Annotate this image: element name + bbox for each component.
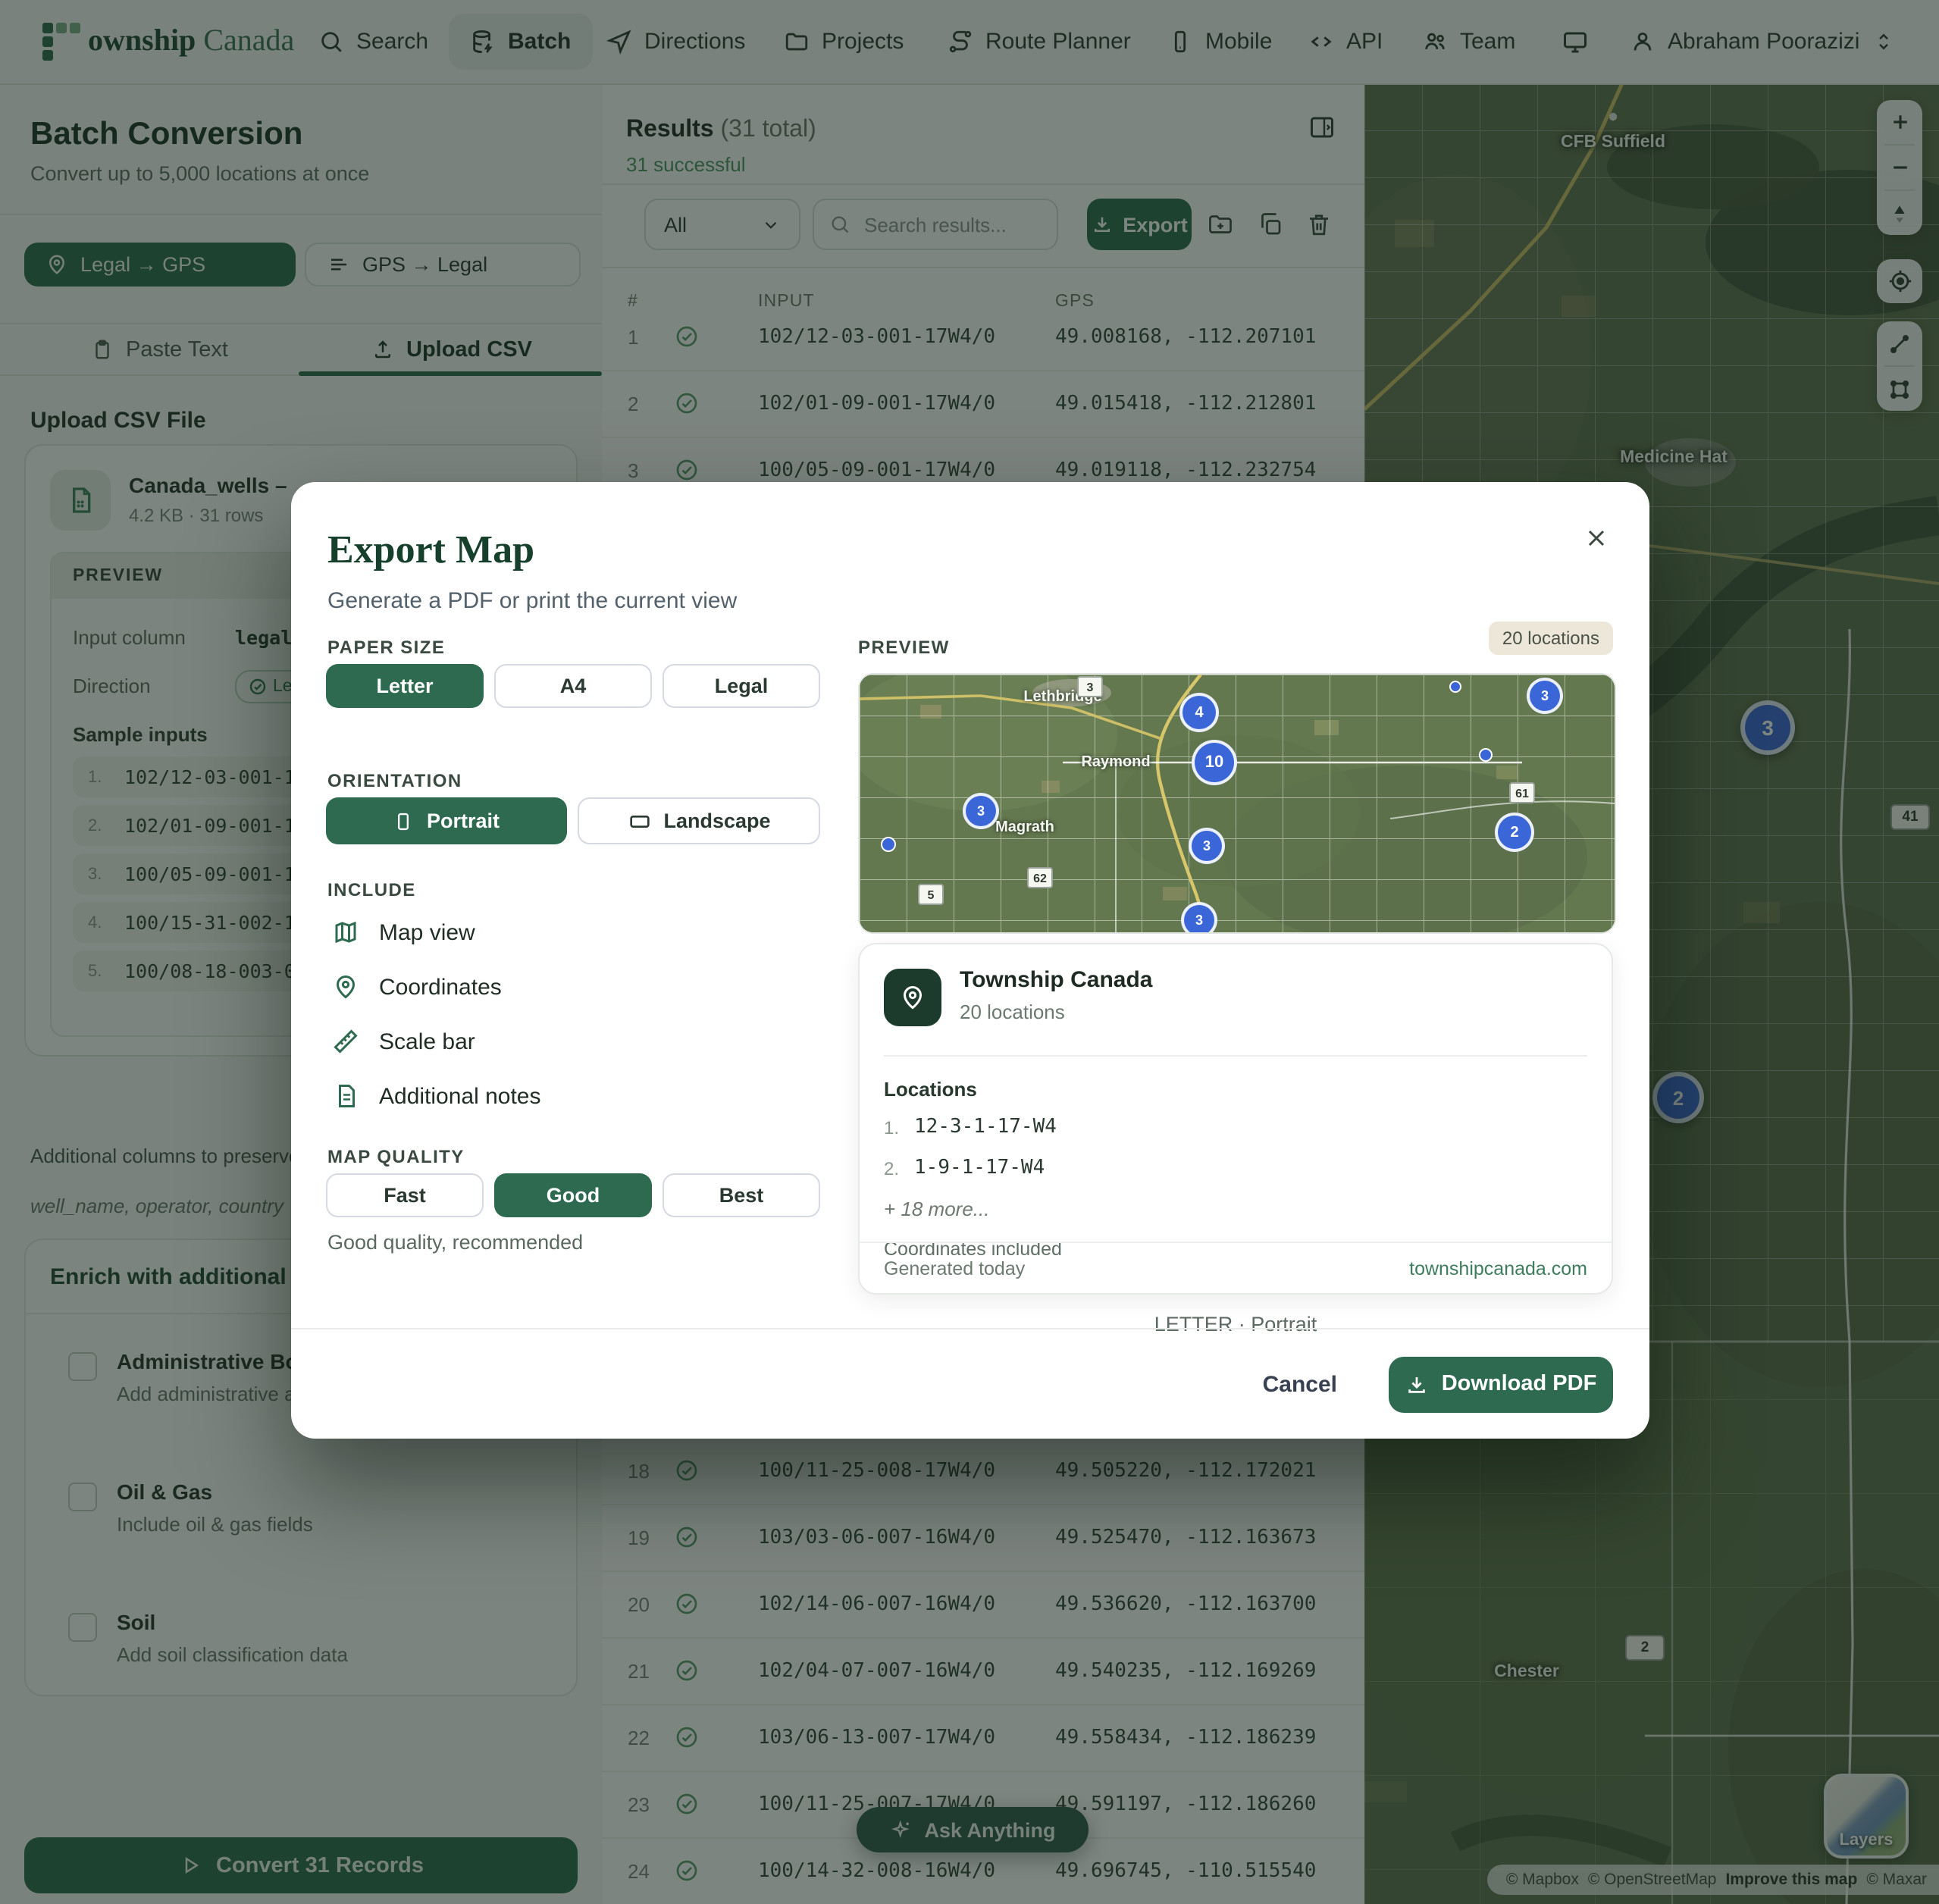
- minimap-cluster-marker: 3: [1189, 828, 1225, 864]
- minimap-cluster-marker: 10: [1192, 740, 1237, 785]
- modal-footer: Cancel Download PDF: [291, 1328, 1649, 1439]
- minimap-place-label: Magrath: [995, 819, 1054, 836]
- minimap-cluster-marker: 3: [1527, 678, 1563, 714]
- divider: [884, 1055, 1587, 1057]
- modal-title: Export Map: [327, 528, 534, 573]
- minimap-cluster-marker: 3: [963, 793, 999, 829]
- brand-name: Township Canada: [960, 967, 1152, 993]
- locations-heading: Locations: [884, 1078, 977, 1101]
- include-coordinates[interactable]: Coordinates: [332, 973, 502, 1001]
- app-window: ownship Canada Search Batch Directions P…: [0, 0, 1939, 1904]
- paper-a4-chip[interactable]: A4: [494, 664, 652, 708]
- minimap-place-label: Raymond: [1081, 754, 1150, 771]
- portrait-icon: [393, 810, 415, 831]
- quality-best-chip[interactable]: Best: [663, 1173, 820, 1217]
- include-scale-bar[interactable]: Scale bar: [332, 1028, 475, 1055]
- quality-good-chip[interactable]: Good: [494, 1173, 652, 1217]
- site-link[interactable]: townshipcanada.com: [1409, 1257, 1587, 1279]
- include-additional-notes[interactable]: Additional notes: [332, 1082, 541, 1110]
- modal-subtitle: Generate a PDF or print the current view: [327, 588, 737, 614]
- location-item: 2.1-9-1-17-W4: [884, 1157, 1045, 1179]
- paper-size-label: PAPER SIZE: [327, 637, 445, 658]
- brand-location-count: 20 locations: [960, 1001, 1065, 1023]
- export-map-modal: Export Map Generate a PDF or print the c…: [291, 482, 1649, 1439]
- quality-note: Good quality, recommended: [327, 1231, 583, 1254]
- download-pdf-button[interactable]: Download PDF: [1389, 1356, 1613, 1412]
- pin-icon: [332, 973, 359, 1001]
- cancel-button[interactable]: Cancel: [1263, 1371, 1337, 1397]
- minimap-road-shield: 62: [1027, 867, 1053, 888]
- minimap-cluster-marker: 4: [1179, 693, 1219, 732]
- minimap-road-shield: 5: [918, 884, 944, 905]
- paper-legal-chip[interactable]: Legal: [663, 664, 820, 708]
- map-icon: [332, 919, 359, 946]
- generated-label: Generated today: [884, 1257, 1025, 1279]
- map-quality-label: MAP QUALITY: [327, 1146, 465, 1167]
- paper-letter-chip[interactable]: Letter: [326, 664, 484, 708]
- preview-label: PREVIEW: [858, 637, 950, 658]
- minimap-location-dot: [1479, 748, 1493, 762]
- file-text-icon: [332, 1082, 359, 1110]
- minimap-road-shield: 61: [1509, 782, 1535, 803]
- location-item: 1.12-3-1-17-W4: [884, 1116, 1057, 1138]
- more-locations: + 18 more...: [884, 1198, 989, 1220]
- map-preview-thumbnail: LethbridgeRaymondMagrath 361625 41033323: [858, 673, 1616, 934]
- minimap-cluster-marker: 2: [1495, 813, 1534, 852]
- minimap-location-dot: [1449, 681, 1461, 693]
- include-label: INCLUDE: [327, 879, 416, 900]
- close-icon[interactable]: [1574, 515, 1619, 561]
- export-summary-card: Township Canada 20 locations Locations 1…: [858, 943, 1613, 1295]
- minimap-location-dot: [881, 837, 896, 852]
- download-icon: [1405, 1373, 1428, 1395]
- brand-pin-icon: [884, 969, 941, 1026]
- ruler-icon: [332, 1028, 359, 1055]
- card-footer: Generated today townshipcanada.com: [860, 1242, 1612, 1293]
- orientation-label: ORIENTATION: [327, 770, 462, 791]
- include-map-view[interactable]: Map view: [332, 919, 475, 946]
- quality-fast-chip[interactable]: Fast: [326, 1173, 484, 1217]
- orientation-landscape-chip[interactable]: Landscape: [578, 797, 820, 844]
- orientation-portrait-chip[interactable]: Portrait: [326, 797, 567, 844]
- landscape-icon: [627, 809, 651, 833]
- minimap-cluster-marker: 3: [1181, 902, 1217, 934]
- minimap-road-shield: 3: [1077, 676, 1103, 697]
- locations-count-badge: 20 locations: [1489, 622, 1613, 655]
